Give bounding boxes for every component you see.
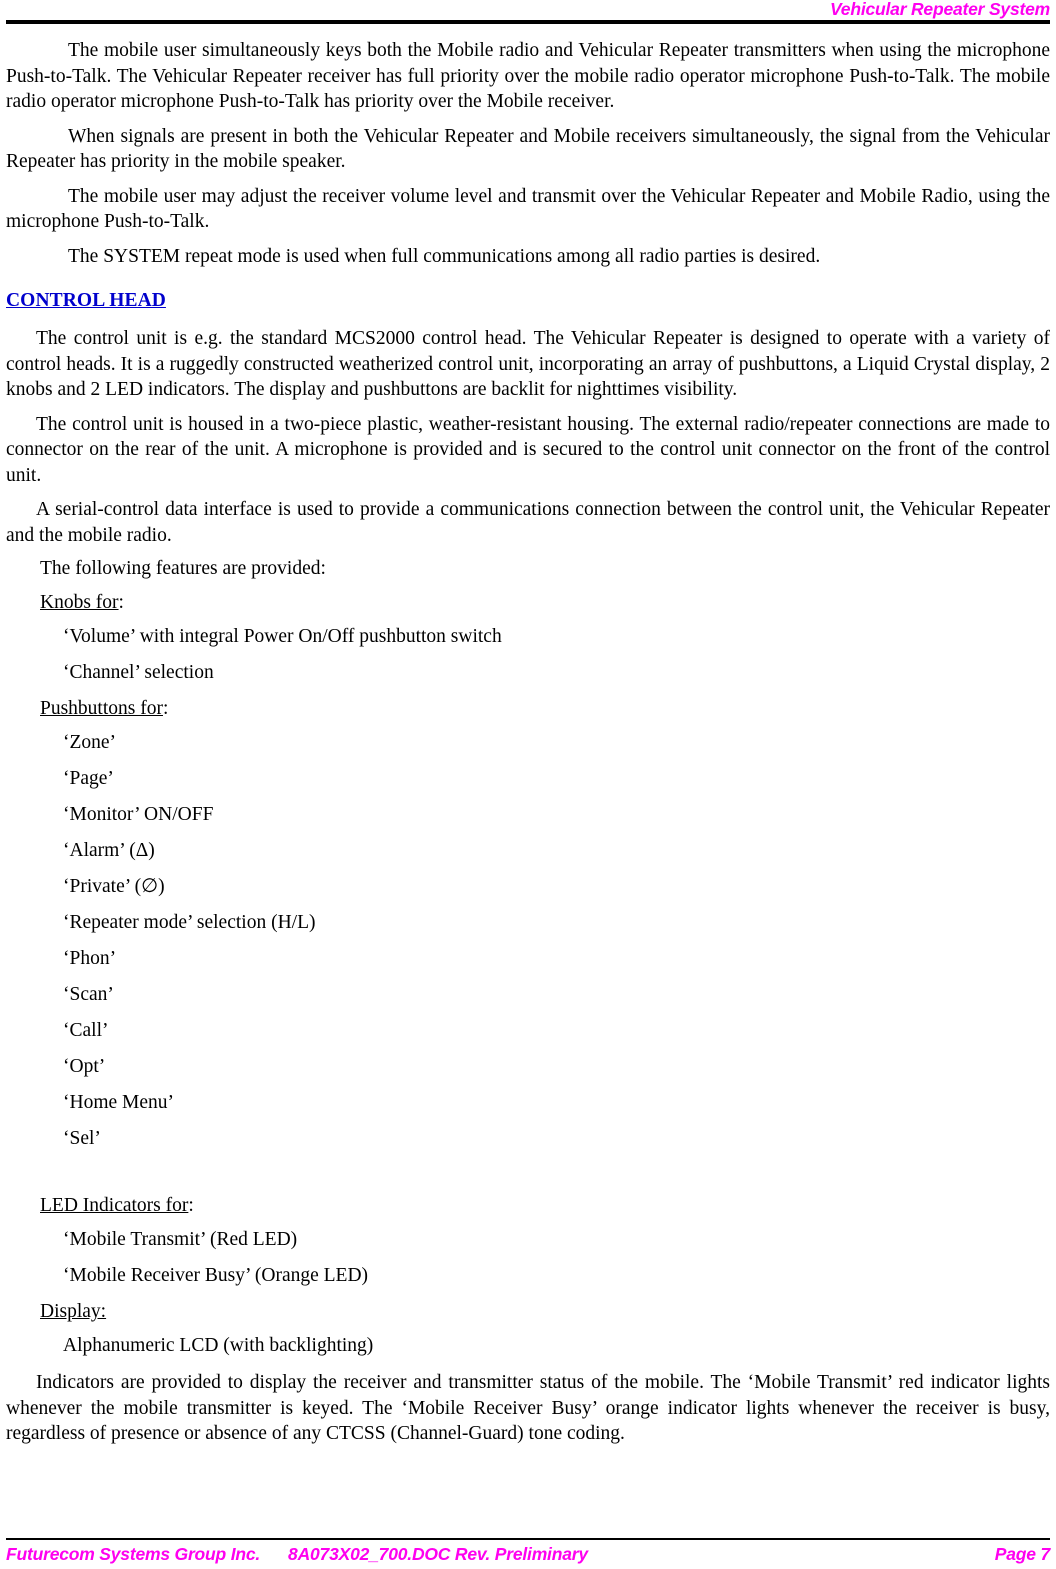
group-label-knobs-text: Knobs for bbox=[40, 592, 119, 613]
intro-paragraph-2: When signals are present in both the Veh… bbox=[6, 125, 1050, 173]
footer-row: Futurecom Systems Group Inc. 8A073X02_70… bbox=[6, 1544, 1050, 1565]
list-item: ‘Page’ bbox=[63, 768, 114, 789]
footer-divider bbox=[6, 1538, 1050, 1540]
list-item: ‘Mobile Transmit’ (Red LED) bbox=[63, 1229, 298, 1250]
footer-document: 8A073X02_700.DOC Rev. Preliminary bbox=[288, 1544, 588, 1564]
group-label-display: Display: bbox=[6, 1300, 1050, 1324]
group-label-pushbuttons: Pushbuttons for: bbox=[6, 697, 1050, 721]
intro-paragraph-1: The mobile user simultaneously keys both… bbox=[6, 40, 1050, 112]
list-item: ‘Home Menu’ bbox=[63, 1092, 175, 1113]
footer-company: Futurecom Systems Group Inc. bbox=[6, 1544, 261, 1564]
intro-paragraph-4: The SYSTEM repeat mode is used when full… bbox=[68, 245, 821, 267]
group-label-knobs: Knobs for: bbox=[6, 591, 1050, 615]
group-label-led-indicators: LED Indicators for: bbox=[6, 1194, 1050, 1218]
list-item: ‘Call’ bbox=[63, 1020, 109, 1041]
page-header: Vehicular Repeater System bbox=[0, 0, 1056, 24]
group-label-pushbuttons-suffix: : bbox=[162, 698, 169, 719]
list-item: Alphanumeric LCD (with backlighting) bbox=[63, 1335, 374, 1356]
group-label-display-text: Display: bbox=[40, 1301, 107, 1322]
list-item: ‘Phon’ bbox=[63, 948, 117, 969]
document-page: Vehicular Repeater System The mobile use… bbox=[0, 0, 1056, 1569]
list-item: ‘Channel’ selection bbox=[63, 662, 214, 683]
intro-paragraph-3: The mobile user may adjust the receiver … bbox=[6, 185, 1050, 233]
list-item: ‘Mobile Receiver Busy’ (Orange LED) bbox=[63, 1265, 369, 1286]
page-footer: Futurecom Systems Group Inc. 8A073X02_70… bbox=[0, 1538, 1056, 1565]
list-item: ‘Zone’ bbox=[63, 732, 117, 753]
list-item: ‘Monitor’ ON/OFF bbox=[63, 804, 214, 825]
list-item: ‘Sel’ bbox=[63, 1128, 101, 1149]
group-label-led-indicators-suffix: : bbox=[188, 1195, 194, 1216]
list-item: ‘Alarm’ (Δ) bbox=[63, 840, 155, 861]
list-item: ‘Private’ (∅) bbox=[63, 876, 165, 897]
header-title: Vehicular Repeater System bbox=[829, 0, 1050, 19]
control-head-paragraph-3: A serial-control data interface is used … bbox=[6, 499, 1050, 546]
list-item: ‘Scan’ bbox=[63, 984, 114, 1005]
group-label-led-indicators-text: LED Indicators for bbox=[40, 1195, 189, 1216]
closing-paragraph: Indicators are provided to display the r… bbox=[6, 1372, 1050, 1444]
group-label-knobs-suffix: : bbox=[118, 592, 124, 613]
list-item: ‘Opt’ bbox=[63, 1056, 106, 1077]
header-divider bbox=[6, 20, 1050, 24]
document-body: The mobile user simultaneously keys both… bbox=[0, 38, 1056, 1456]
list-item: ‘Volume’ with integral Power On/Off push… bbox=[63, 626, 502, 647]
group-label-pushbuttons-text: Pushbuttons for bbox=[40, 698, 163, 719]
section-heading-control-head: CONTROL HEAD bbox=[6, 290, 166, 311]
features-intro: The following features are provided: bbox=[40, 558, 326, 579]
control-head-paragraph-1: The control unit is e.g. the standard MC… bbox=[6, 328, 1050, 400]
list-item: ‘Repeater mode’ selection (H/L) bbox=[63, 912, 316, 933]
control-head-paragraph-2: The control unit is housed in a two-piec… bbox=[6, 413, 1050, 486]
footer-page-number: Page 7 bbox=[994, 1544, 1050, 1564]
